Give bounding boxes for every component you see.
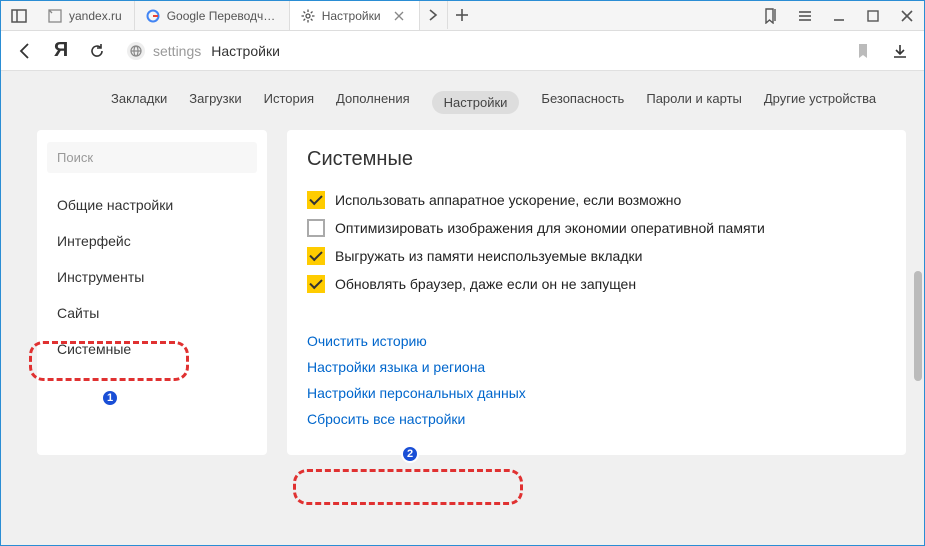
- section-heading: Системные: [307, 148, 886, 171]
- subnav-downloads[interactable]: Загрузки: [189, 91, 241, 114]
- bookmarks-button[interactable]: [754, 2, 788, 30]
- settings-main: Системные Использовать аппаратное ускоре…: [287, 130, 906, 455]
- tab-scroll-right-button[interactable]: [420, 1, 448, 29]
- tab-strip: yandex.ru Google Переводчик - Настройки: [37, 1, 420, 30]
- settings-subnav: Закладки Загрузки История Дополнения Нас…: [1, 71, 924, 130]
- menu-button[interactable]: [788, 2, 822, 30]
- url-title: Настройки: [211, 43, 280, 59]
- subnav-passwords[interactable]: Пароли и карты: [646, 91, 742, 114]
- yandex-home-button[interactable]: Я: [47, 37, 75, 65]
- window-maximize-button[interactable]: [856, 2, 890, 30]
- link-reset-settings[interactable]: Сбросить все настройки: [307, 411, 886, 427]
- address-bar: Я settings Настройки: [1, 31, 924, 71]
- link-personal-data[interactable]: Настройки персональных данных: [307, 385, 886, 401]
- option-unload-tabs[interactable]: Выгружать из памяти неиспользуемые вклад…: [307, 247, 886, 265]
- option-label: Оптимизировать изображения для экономии …: [335, 220, 765, 236]
- subnav-addons[interactable]: Дополнения: [336, 91, 410, 114]
- subnav-other-devices[interactable]: Другие устройства: [764, 91, 876, 114]
- option-optimize-images[interactable]: Оптимизировать изображения для экономии …: [307, 219, 886, 237]
- downloads-button[interactable]: [886, 37, 914, 65]
- subnav-bookmarks[interactable]: Закладки: [111, 91, 167, 114]
- titlebar: yandex.ru Google Переводчик - Настройки: [1, 1, 924, 31]
- option-hardware-accel[interactable]: Использовать аппаратное ускорение, если …: [307, 191, 886, 209]
- sidebar-item-sites[interactable]: Сайты: [37, 295, 267, 331]
- subnav-settings[interactable]: Настройки: [432, 91, 520, 114]
- close-icon[interactable]: [391, 8, 407, 24]
- google-icon: [145, 8, 161, 24]
- omnibox[interactable]: settings Настройки: [119, 36, 878, 66]
- tab-title: Настройки: [322, 9, 381, 23]
- tab-google-translate[interactable]: Google Переводчик -: [135, 1, 290, 30]
- sidebar-item-general[interactable]: Общие настройки: [37, 187, 267, 223]
- action-links: Очистить историю Настройки языка и регио…: [307, 333, 886, 427]
- window-close-button[interactable]: [890, 2, 924, 30]
- settings-sidebar: Поиск Общие настройки Интерфейс Инструме…: [37, 130, 267, 455]
- option-label: Выгружать из памяти неиспользуемые вклад…: [335, 248, 642, 264]
- annotation-highlight-2: [293, 469, 523, 505]
- page-icon: [47, 8, 63, 24]
- tab-title: yandex.ru: [69, 9, 122, 23]
- back-button[interactable]: [11, 37, 39, 65]
- gear-icon: [300, 8, 316, 24]
- url-path: settings: [153, 43, 201, 59]
- tab-settings[interactable]: Настройки: [290, 1, 420, 30]
- panel-toggle-button[interactable]: [5, 2, 33, 30]
- sidebar-search[interactable]: Поиск: [47, 142, 257, 173]
- sidebar-item-system[interactable]: Системные: [37, 331, 267, 367]
- option-label: Использовать аппаратное ускорение, если …: [335, 192, 681, 208]
- link-language-region[interactable]: Настройки языка и региона: [307, 359, 886, 375]
- tab-yandex[interactable]: yandex.ru: [37, 1, 135, 30]
- reload-button[interactable]: [83, 37, 111, 65]
- subnav-security[interactable]: Безопасность: [541, 91, 624, 114]
- checkbox-icon[interactable]: [307, 275, 325, 293]
- checkbox-icon[interactable]: [307, 219, 325, 237]
- sidebar-item-tools[interactable]: Инструменты: [37, 259, 267, 295]
- checkbox-icon[interactable]: [307, 191, 325, 209]
- tab-title: Google Переводчик -: [167, 9, 277, 23]
- option-update-background[interactable]: Обновлять браузер, даже если он не запущ…: [307, 275, 886, 293]
- scrollbar-thumb[interactable]: [914, 271, 922, 381]
- checkbox-icon[interactable]: [307, 247, 325, 265]
- window-minimize-button[interactable]: [822, 2, 856, 30]
- subnav-history[interactable]: История: [264, 91, 314, 114]
- site-identity-icon: [127, 42, 145, 60]
- page-content: Закладки Загрузки История Дополнения Нас…: [1, 71, 924, 545]
- option-label: Обновлять браузер, даже если он не запущ…: [335, 276, 636, 292]
- link-clear-history[interactable]: Очистить историю: [307, 333, 886, 349]
- new-tab-button[interactable]: [448, 1, 476, 29]
- bookmark-icon[interactable]: [856, 43, 870, 59]
- sidebar-item-interface[interactable]: Интерфейс: [37, 223, 267, 259]
